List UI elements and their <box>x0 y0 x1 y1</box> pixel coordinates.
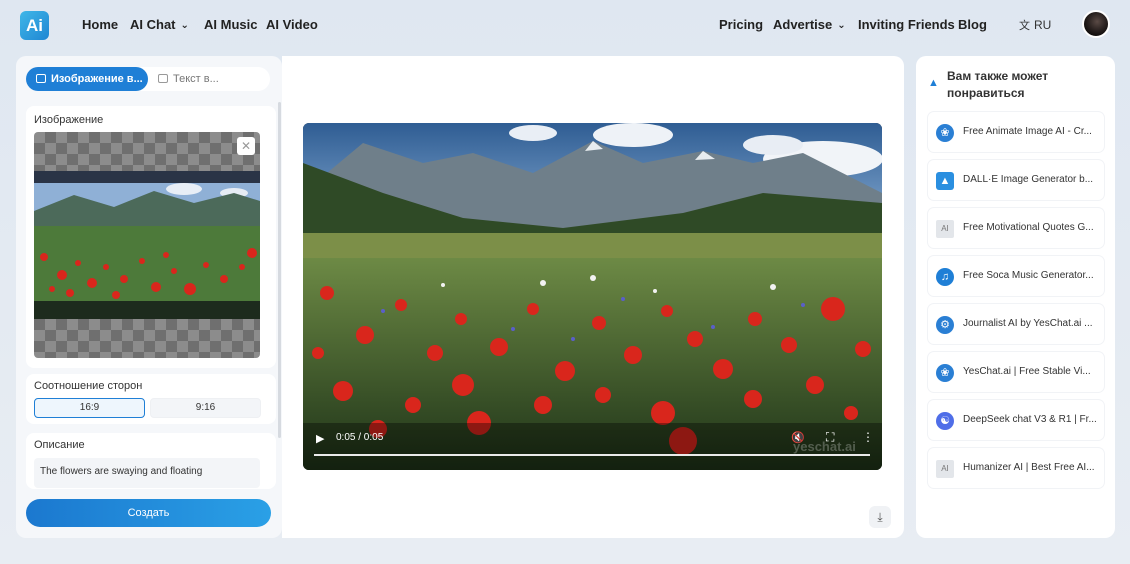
top-header: Ai Home AI Chat ⌄ AI Music AI Video Prici… <box>0 0 1130 50</box>
more-options-icon[interactable]: ⋮ <box>862 430 874 444</box>
aspect-ratio-label: Соотношение сторон <box>34 380 143 392</box>
ratio-9-16-button[interactable]: 9:16 <box>150 398 261 418</box>
uploaded-image <box>34 171 260 319</box>
recommendations-panel: ▲ Вам также может понравиться ❀ Free Ani… <box>916 56 1115 538</box>
translate-icon: 文 <box>1019 20 1030 32</box>
list-item[interactable]: ❀ YesChat.ai | Free Stable Vi... <box>928 352 1104 392</box>
language-label: RU <box>1034 18 1052 32</box>
image-upload-card: Изображение ✕ <box>26 106 276 368</box>
chevron-down-icon: ⌄ <box>180 20 189 31</box>
broken-image-icon: AI <box>936 460 954 478</box>
list-item[interactable]: AI Humanizer AI | Best Free AI... <box>928 448 1104 488</box>
nav-ai-chat[interactable]: AI Chat ⌄ <box>130 17 189 32</box>
app-logo[interactable]: Ai <box>20 11 49 40</box>
list-item-label: Journalist AI by YesChat.ai ... <box>963 318 1093 329</box>
list-item-label: Humanizer AI | Best Free AI... <box>963 462 1095 473</box>
list-item[interactable]: ⚙ Journalist AI by YesChat.ai ... <box>928 304 1104 344</box>
mountain-icon: ▲ <box>928 77 939 89</box>
image-label: Изображение <box>34 114 104 126</box>
language-switcher[interactable]: 文 RU <box>1019 17 1051 33</box>
tab-text-to-video[interactable]: Текст в... <box>158 67 268 91</box>
list-item[interactable]: ❀ Free Animate Image AI - Cr... <box>928 112 1104 152</box>
broken-image-icon: AI <box>936 220 954 238</box>
nav-ai-video[interactable]: AI Video <box>266 17 318 32</box>
generator-panel: Изображение в... Текст в... Изображение <box>16 56 282 538</box>
nav-inviting-friends[interactable]: Inviting Friends <box>858 17 955 32</box>
video-player[interactable]: ▶ 0:05 / 0:05 🔇 ⛶ ⋮ yeschat.ai <box>303 123 882 470</box>
nav-ai-chat-label: AI Chat <box>130 17 176 32</box>
remove-image-button[interactable]: ✕ <box>237 137 255 155</box>
uploaded-image-preview[interactable]: ✕ <box>34 132 260 358</box>
tab-label: Текст в... <box>173 73 219 85</box>
aspect-ratio-card: Соотношение сторон 16:9 9:16 <box>26 374 276 424</box>
ratio-16-9-button[interactable]: 16:9 <box>34 398 145 418</box>
nav-blog[interactable]: Blog <box>958 17 987 32</box>
download-button[interactable]: ⤓ <box>869 506 891 528</box>
mode-tabs: Изображение в... Текст в... <box>26 67 270 91</box>
video-progress-bar[interactable] <box>314 454 870 456</box>
film-reel-icon: ❀ <box>936 364 954 382</box>
list-item-label: DeepSeek chat V3 & R1 | Fr... <box>963 414 1097 425</box>
description-label: Описание <box>34 439 85 451</box>
list-item-label: Free Soca Music Generator... <box>963 270 1094 281</box>
nav-ai-music[interactable]: AI Music <box>204 17 257 32</box>
nav-home[interactable]: Home <box>82 17 118 32</box>
nav-advertise-label: Advertise <box>773 17 833 32</box>
video-time: 0:05 / 0:05 <box>336 432 384 443</box>
tab-image-to-video[interactable]: Изображение в... <box>26 67 148 91</box>
list-item-label: YesChat.ai | Free Stable Vi... <box>963 366 1091 377</box>
list-item[interactable]: ▲ DALL·E Image Generator b... <box>928 160 1104 200</box>
video-frame <box>303 123 882 470</box>
recommendations-title: Вам также может понравиться <box>947 69 1049 100</box>
create-button[interactable]: Создать <box>26 499 271 527</box>
avatar[interactable] <box>1082 10 1110 38</box>
preview-area: ▶ 0:05 / 0:05 🔇 ⛶ ⋮ yeschat.ai ⤓ <box>282 56 904 538</box>
tab-label: Изображение в... <box>51 73 143 85</box>
list-item-label: DALL·E Image Generator b... <box>963 174 1094 185</box>
description-card: Описание The flowers are swaying and flo… <box>26 433 276 489</box>
gear-atom-icon: ⚙ <box>936 316 954 334</box>
nav-advertise[interactable]: Advertise ⌄ <box>773 17 846 32</box>
chevron-down-icon: ⌄ <box>837 20 846 31</box>
whale-icon: ☯ <box>936 412 954 430</box>
nav-pricing[interactable]: Pricing <box>719 17 763 32</box>
music-globe-icon: ♫ <box>936 268 954 286</box>
list-item[interactable]: ♫ Free Soca Music Generator... <box>928 256 1104 296</box>
film-reel-icon: ❀ <box>936 124 954 142</box>
play-button[interactable]: ▶ <box>316 432 324 445</box>
mountain-image-icon: ▲ <box>936 172 954 190</box>
watermark: yeschat.ai <box>793 439 856 454</box>
list-item[interactable]: AI Free Motivational Quotes G... <box>928 208 1104 248</box>
download-icon: ⤓ <box>877 510 883 524</box>
panel-scrollbar[interactable] <box>278 102 281 438</box>
list-item-label: Free Motivational Quotes G... <box>963 222 1094 233</box>
description-input[interactable]: The flowers are swaying and floating <box>34 458 260 488</box>
text-icon <box>158 74 168 83</box>
list-item[interactable]: ☯ DeepSeek chat V3 & R1 | Fr... <box>928 400 1104 440</box>
image-icon <box>36 74 46 83</box>
list-item-label: Free Animate Image AI - Cr... <box>963 126 1092 137</box>
